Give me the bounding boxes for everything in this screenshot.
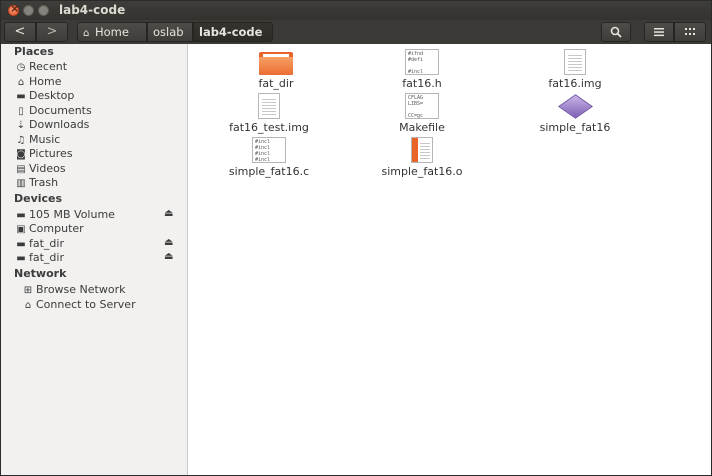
file-item-simple-fat16-c[interactable]: #incl #incl #incl #incl simple_fat16.c	[209, 137, 329, 178]
music-icon: ♫	[16, 135, 26, 146]
breadcrumb-oslab[interactable]: oslab	[147, 22, 193, 42]
file-label: fat_dir	[258, 77, 294, 90]
sidebar: Places ◷ Recent ⌂ Home ▬ Desktop ▯ Documents…	[1, 44, 188, 475]
eject-icon[interactable]: ⏏	[164, 237, 173, 248]
breadcrumb-label: lab4-code	[199, 25, 263, 39]
chevron-right-icon: >	[46, 24, 58, 39]
file-item-simple-fat16[interactable]: simple_fat16	[515, 93, 635, 134]
toolbar: < > ⌂ Home oslab lab4-code	[1, 20, 711, 44]
document-icon: ▯	[18, 106, 24, 117]
sidebar-item-browse-network[interactable]: ⊞ Browse Network	[21, 283, 126, 297]
file-label: Makefile	[399, 121, 445, 134]
c-header-icon: #ifnd #defi #incl	[405, 49, 439, 75]
menu-icon	[654, 28, 664, 37]
sidebar-item-recent[interactable]: ◷ Recent	[14, 60, 67, 74]
close-window-button[interactable]	[8, 2, 19, 16]
thumb-line: #incl	[255, 157, 271, 163]
sidebar-item-music[interactable]: ♫ Music	[14, 133, 61, 147]
file-label: simple_fat16	[539, 121, 611, 134]
file-item-makefile[interactable]: CFLAG LIBS= CC=gc Makefile	[362, 93, 482, 134]
file-item-simple-fat16-o[interactable]: simple_fat16.o	[362, 137, 482, 178]
folder-icon: ▬	[16, 91, 26, 102]
thumb-line: #incl	[408, 69, 424, 75]
trash-icon: ▥	[16, 178, 26, 189]
disk-image-icon	[564, 49, 586, 75]
search-button[interactable]	[601, 22, 631, 42]
sidebar-item-volume[interactable]: ▬ 105 MB Volume	[14, 208, 115, 222]
minimize-window-button[interactable]	[23, 5, 34, 16]
network-icon: ⊞	[23, 285, 33, 296]
breadcrumb-label: Home	[95, 25, 129, 39]
grid-view-button[interactable]	[674, 22, 706, 42]
executable-icon	[558, 93, 593, 119]
thumb-line: CC=gc	[408, 113, 424, 119]
file-manager-window: lab4-code < > ⌂ Home oslab lab4-code Plac…	[0, 0, 712, 476]
file-label: fat16.img	[548, 77, 602, 90]
devices-header: Devices	[14, 192, 63, 205]
list-view-button[interactable]	[644, 22, 674, 42]
file-item-fat16-h[interactable]: #ifnd #defi #incl fat16.h	[362, 49, 482, 90]
sidebar-item-fat-dir-2[interactable]: ▬ fat_dir	[14, 251, 64, 265]
file-label: simple_fat16.c	[228, 165, 310, 178]
title-bar[interactable]: lab4-code	[1, 1, 711, 20]
file-item-fat16-img[interactable]: fat16.img	[515, 49, 635, 90]
folder-icon	[259, 49, 293, 75]
forward-button[interactable]: >	[36, 22, 68, 42]
window-title: lab4-code	[59, 3, 126, 17]
sidebar-item-desktop[interactable]: ▬ Desktop	[14, 89, 74, 103]
sidebar-item-computer[interactable]: ▣ Computer	[14, 222, 83, 236]
sidebar-item-downloads[interactable]: ⇣ Downloads	[14, 118, 90, 132]
file-item-fat-dir[interactable]: fat_dir	[216, 49, 336, 90]
c-source-icon: #incl #incl #incl #incl	[252, 137, 286, 163]
search-icon	[610, 26, 622, 38]
server-icon: ⌂	[24, 300, 32, 311]
sidebar-item-connect-server[interactable]: ⌂ Connect to Server	[21, 298, 136, 312]
breadcrumb-label: oslab	[153, 25, 184, 39]
maximize-window-button[interactable]	[38, 5, 49, 16]
sidebar-item-home[interactable]: ⌂ Home	[14, 75, 62, 89]
computer-icon: ▣	[16, 224, 26, 235]
download-icon: ⇣	[16, 120, 26, 131]
eject-icon[interactable]: ⏏	[164, 208, 173, 219]
disk-image-icon	[258, 93, 280, 119]
file-label: simple_fat16.o	[381, 165, 463, 178]
breadcrumb-home[interactable]: ⌂ Home	[77, 22, 147, 42]
sidebar-item-videos[interactable]: ▤ Videos	[14, 162, 65, 176]
camera-icon: ◙	[16, 149, 26, 160]
network-header: Network	[14, 267, 67, 280]
sidebar-item-documents[interactable]: ▯ Documents	[14, 104, 91, 118]
grid-icon	[685, 28, 695, 35]
drive-icon: ▬	[16, 253, 26, 264]
home-icon: ⌂	[17, 77, 25, 88]
sidebar-item-pictures[interactable]: ◙ Pictures	[14, 147, 72, 161]
file-item-fat16-test-img[interactable]: fat16_test.img	[209, 93, 329, 134]
drive-icon: ▬	[16, 239, 26, 250]
drive-icon: ▬	[16, 210, 26, 221]
object-file-icon	[411, 137, 433, 163]
clock-icon: ◷	[16, 62, 26, 73]
sidebar-item-trash[interactable]: ▥ Trash	[14, 176, 58, 190]
chevron-left-icon: <	[14, 24, 26, 39]
file-label: fat16_test.img	[229, 121, 309, 134]
film-icon: ▤	[16, 164, 26, 175]
eject-icon[interactable]: ⏏	[164, 251, 173, 262]
makefile-icon: CFLAG LIBS= CC=gc	[405, 93, 439, 119]
home-icon: ⌂	[83, 28, 90, 39]
breadcrumb-current[interactable]: lab4-code	[193, 22, 273, 42]
file-label: fat16.h	[402, 77, 442, 90]
sidebar-item-fat-dir-1[interactable]: ▬ fat_dir	[14, 237, 64, 251]
file-view[interactable]: fat_dir #ifnd #defi #incl fat16.h fat16.…	[188, 44, 711, 475]
places-header: Places	[14, 45, 54, 58]
back-button[interactable]: <	[4, 22, 36, 42]
